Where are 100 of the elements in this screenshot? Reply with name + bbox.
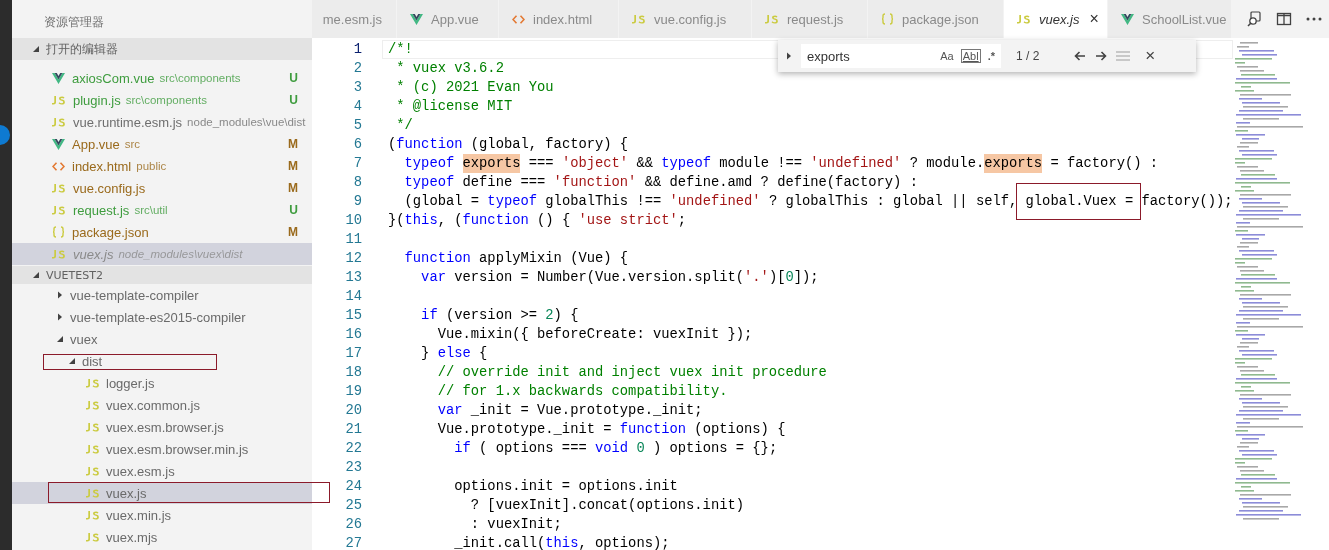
open-editor-item[interactable]: App.vue src M — [12, 133, 312, 155]
angle-brackets-icon — [52, 161, 65, 171]
line-number: 10 — [344, 212, 362, 230]
braces-icon — [881, 13, 894, 25]
code-text: ( — [388, 136, 397, 154]
number-literal: 0 — [635, 440, 645, 458]
match-case-toggle[interactable]: Aa — [940, 50, 954, 62]
line-number: 17 — [344, 345, 362, 363]
regex-toggle[interactable]: .* — [987, 50, 995, 62]
keyword: if — [453, 440, 471, 458]
expanded-triangle-icon[interactable] — [32, 45, 40, 53]
tree-item-label: vuex.mjs — [106, 529, 158, 545]
line-number: 21 — [344, 421, 362, 439]
file-path: src\components — [159, 72, 241, 84]
expanded-triangle-icon[interactable] — [56, 335, 64, 343]
line-number: 18 — [344, 364, 362, 382]
string-literal: 'undefined' — [669, 193, 761, 211]
comment: // for 1.x backwards compatibility. — [436, 383, 728, 401]
collapsed-triangle-icon[interactable] — [56, 291, 64, 299]
code-text: }( — [388, 212, 405, 230]
editor-tab[interactable]: App.vue — [397, 0, 499, 38]
js-file-icon — [52, 117, 66, 127]
section-header[interactable]: VUETEST2 — [12, 266, 312, 284]
editor-tab[interactable]: me.esm.js — [312, 0, 397, 38]
editor-tab[interactable]: request.js — [752, 0, 868, 38]
line-number: 13 — [344, 269, 362, 287]
comment: * vuex v3.6.2 — [395, 60, 504, 78]
tree-item[interactable]: vuex.common.js — [12, 394, 312, 416]
tree-item[interactable]: vue-template-es2015-compiler — [12, 306, 312, 328]
open-editor-item[interactable]: index.html public M — [12, 155, 312, 177]
code-text: Vue.prototype._init = — [436, 421, 613, 439]
open-editor-item[interactable]: plugin.js src\components U — [12, 89, 312, 111]
close-icon[interactable]: × — [1145, 46, 1156, 66]
editor-tab[interactable]: package.json — [868, 0, 1004, 38]
keyword: function — [403, 250, 471, 268]
tree-item[interactable]: logger.js — [12, 372, 312, 394]
keyword: else — [437, 345, 471, 363]
editor-tab[interactable]: SchoolList.vue — [1108, 0, 1232, 38]
section-header[interactable]: 打开的编辑器 — [12, 38, 312, 60]
keyword: typeof — [487, 193, 538, 211]
expanded-triangle-icon[interactable] — [68, 357, 76, 365]
arrow-left-icon[interactable] — [1074, 51, 1087, 61]
tree-item-label: vuex — [70, 331, 98, 347]
editor-tab[interactable]: vuex.js × — [1004, 0, 1108, 38]
file-path: src\components — [125, 94, 207, 106]
code-text: (global = — [403, 193, 481, 211]
tree-item-label: vuex.esm.browser.min.js — [106, 441, 249, 457]
open-editor-item[interactable]: request.js src\util U — [12, 199, 312, 221]
expanded-triangle-icon[interactable] — [32, 271, 40, 279]
open-editor-item[interactable]: vue.runtime.esm.js node_modules\vue\dist — [12, 111, 312, 133]
file-name: package.json — [72, 224, 149, 240]
tree-item[interactable]: dist — [12, 350, 312, 372]
tree-item-label: vue-template-compiler — [70, 287, 199, 303]
angle-brackets-icon — [512, 14, 525, 24]
file-path: public — [136, 160, 167, 172]
split-editor-icon[interactable] — [1276, 11, 1293, 27]
file-path: node_modules\vuex\dist — [118, 248, 243, 260]
line-number: 15 — [344, 307, 362, 325]
collapsed-triangle-icon[interactable] — [56, 313, 64, 321]
string-literal: '.' — [744, 269, 769, 287]
code-text: _init = Vue.prototype._init; — [469, 402, 703, 420]
tree-item-label: vuex.esm.browser.js — [106, 419, 224, 435]
open-editor-item[interactable]: axiosCom.vue src\components U — [12, 67, 312, 89]
keyword: void — [595, 440, 629, 458]
line-number: 27 — [344, 535, 362, 550]
file-name: App.vue — [72, 136, 120, 152]
code-text: ) { — [553, 307, 579, 325]
compare-icon[interactable] — [1246, 11, 1263, 27]
tree-item[interactable]: vuex — [12, 328, 312, 350]
arrow-right-icon[interactable] — [1095, 51, 1108, 61]
git-status-letter: M — [288, 181, 298, 195]
code-text: === — [527, 155, 555, 173]
tree-item[interactable]: vuex.esm.browser.js — [12, 416, 312, 438]
tree-item[interactable]: vue-template-compiler — [12, 284, 312, 306]
code-text: globalThis !== — [544, 193, 663, 211]
editor-tab[interactable]: index.html — [499, 0, 619, 38]
more-icon[interactable] — [1306, 17, 1323, 21]
editor-tab[interactable]: vue.config.js — [619, 0, 752, 38]
whole-word-toggle[interactable]: Abl — [960, 49, 981, 63]
line-number: 3 — [352, 79, 362, 97]
code-text: options.init = options.init — [453, 478, 678, 496]
open-editor-item[interactable]: vue.config.js M — [12, 177, 312, 199]
tree-item[interactable]: vuex.esm.browser.min.js — [12, 438, 312, 460]
file-path: src — [124, 138, 141, 150]
line-number: 23 — [344, 459, 362, 477]
close-icon[interactable]: × — [1089, 10, 1099, 28]
string-literal: 'object' — [561, 155, 629, 173]
line-number: 6 — [352, 136, 362, 154]
string-literal: 'undefined' — [810, 155, 902, 173]
tree-item[interactable]: vuex.esm.js — [12, 460, 312, 482]
comment: /*! — [388, 41, 413, 59]
line-number: 12 — [344, 250, 362, 268]
keyword: typeof — [403, 174, 455, 192]
line-number: 25 — [344, 497, 362, 515]
find-input[interactable]: exports Aa Abl .* — [801, 44, 1001, 68]
tree-item[interactable]: vuex.min.js — [12, 504, 312, 526]
open-editor-item[interactable]: package.json M — [12, 221, 312, 243]
js-file-icon — [52, 183, 66, 193]
chevron-right-icon[interactable] — [786, 52, 792, 60]
tree-item[interactable]: vuex.mjs — [12, 526, 312, 548]
